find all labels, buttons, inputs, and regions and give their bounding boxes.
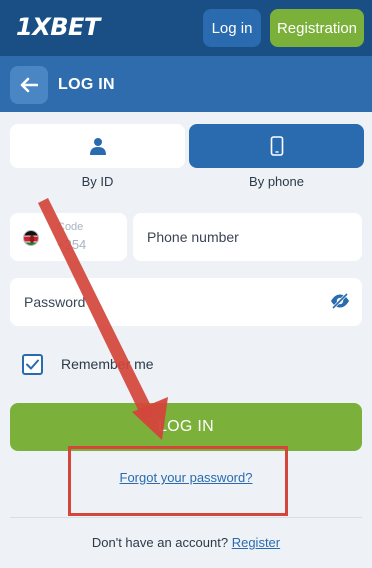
tab-by-phone-label[interactable]: By phone [189,174,364,189]
no-account-text: Don't have an account? [91,535,229,550]
password-input[interactable]: Password [10,278,362,326]
tab-by-id[interactable] [10,124,185,168]
register-link[interactable]: Register [232,535,280,550]
eye-slash-icon[interactable] [330,293,350,309]
remember-me-checkbox[interactable] [22,354,43,375]
code-value: +254 [57,237,87,252]
page-header [0,56,372,112]
checkmark-icon [26,359,39,370]
logo-text-prefix: 1X [16,13,51,41]
login-button[interactable]: Log in [203,9,261,47]
country-code-select[interactable]: Code +254 [10,213,127,261]
register-prompt: Don't have an account? Register [0,535,372,550]
brand-logo[interactable]: 1XBET [16,13,100,41]
tab-by-phone[interactable] [189,124,364,168]
kenya-flag-icon [23,230,39,246]
back-button[interactable] [10,66,48,104]
logo-text: 1XBET [16,13,100,41]
tab-by-id-label[interactable]: By ID [10,174,185,189]
phone-number-placeholder: Phone number [147,229,239,245]
submit-login-button[interactable]: LOG IN [10,403,362,451]
phone-number-input[interactable]: Phone number [133,213,362,261]
logo-text-suffix: BET [50,13,100,41]
page-title: LOG IN [58,76,115,93]
person-icon [89,138,106,155]
mobile-phone-icon [270,136,283,156]
annotation-highlight-box [68,446,288,516]
remember-me-label[interactable]: Remember me [61,356,154,372]
divider [10,517,362,518]
password-placeholder: Password [24,294,86,310]
arrow-left-icon [20,77,38,93]
code-label: Code [57,221,84,233]
registration-button[interactable]: Registration [270,9,364,47]
